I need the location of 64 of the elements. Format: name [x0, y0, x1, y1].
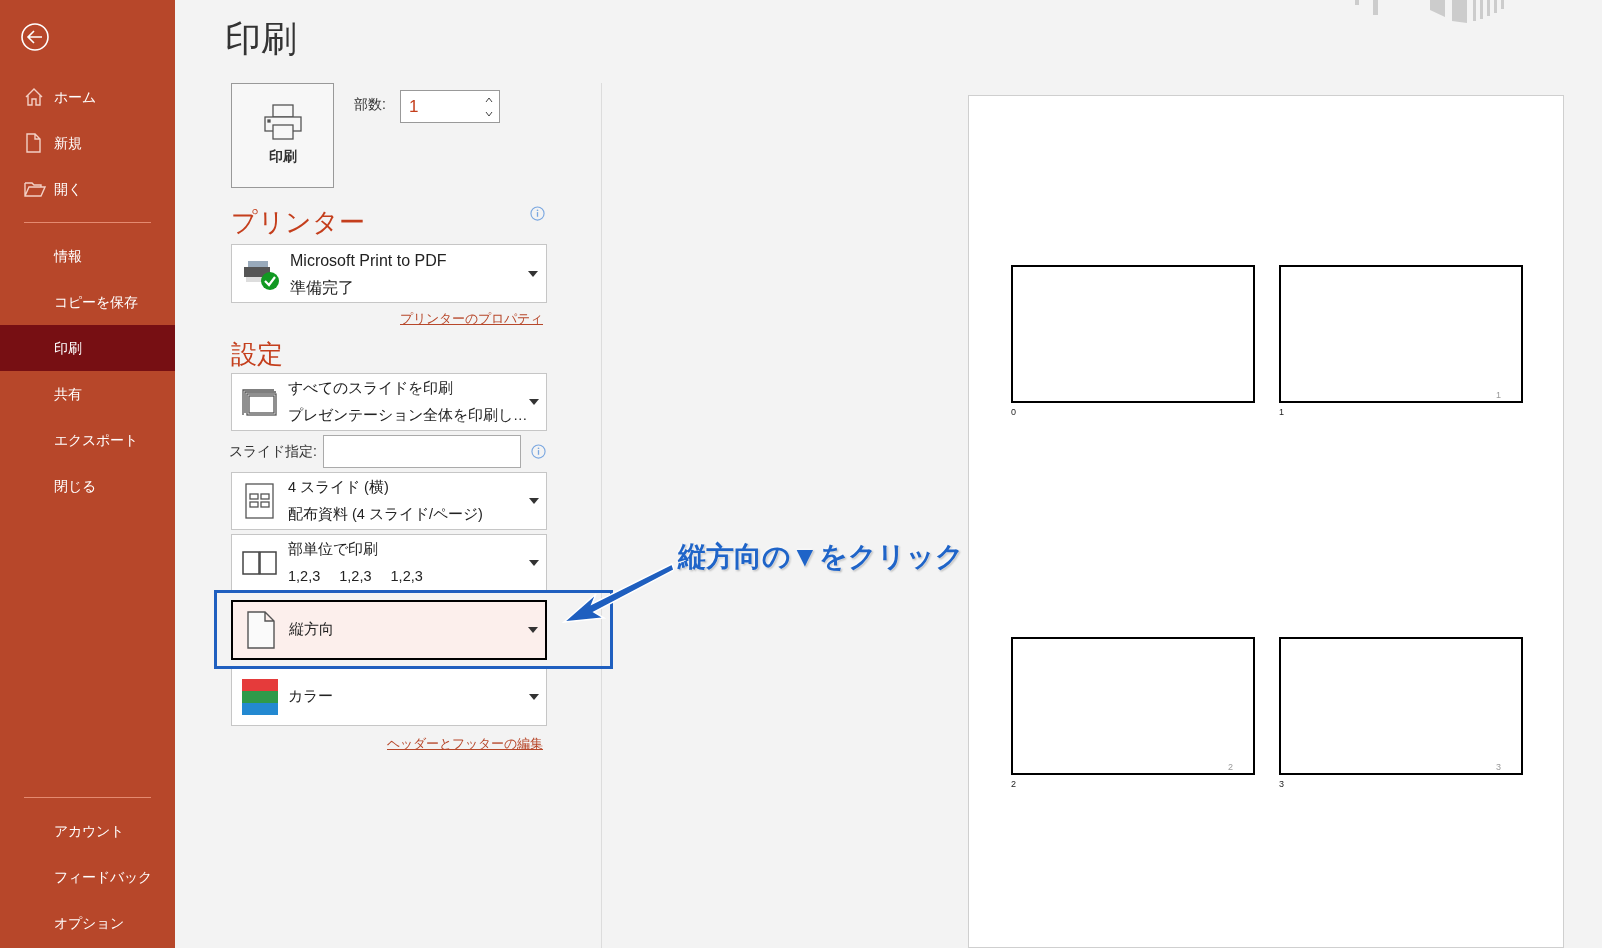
sidebar-item[interactable]: フィードバック: [0, 854, 175, 900]
copies-label: 部数:: [354, 95, 386, 114]
caret-icon: [528, 270, 538, 277]
sidebar-item[interactable]: 閉じる: [0, 463, 175, 509]
sidebar-item[interactable]: コピーを保存: [0, 279, 175, 325]
dropdown-text: 部単位で印刷: [288, 539, 379, 559]
slide-label: 1: [1279, 406, 1284, 419]
slides-icon: [242, 386, 278, 417]
printer-properties-link[interactable]: プリンターのプロパティ: [400, 309, 543, 329]
slide-label: 3: [1279, 777, 1284, 791]
slide-label: 0: [1011, 406, 1016, 419]
slide-number: 3: [1496, 760, 1501, 773]
dropdown[interactable]: すべてのスライドを印刷 プレゼンテーション全体を印刷し…: [231, 372, 547, 431]
slide-number: 1: [1496, 389, 1501, 401]
caret-icon: [529, 497, 539, 504]
sidebar-item[interactable]: エクスポート: [0, 417, 175, 463]
page-icon: [247, 610, 275, 649]
sidebar-item[interactable]: アカウント: [0, 808, 175, 854]
sidebar-item[interactable]: 情報: [0, 233, 175, 279]
slide-number: 2: [1228, 760, 1233, 773]
printer-status: 準備完了: [290, 277, 355, 298]
document-icon: [24, 133, 42, 153]
dropdown[interactable]: 部単位で印刷 1,2,3 1,2,3 1,2,3: [231, 533, 547, 592]
dropdown-text: 縦方向: [289, 620, 335, 639]
folder-icon: [24, 181, 46, 197]
printer-dropdown[interactable]: Microsoft Print to PDF 準備完了: [231, 244, 547, 303]
sidebar-item[interactable]: ホーム: [0, 74, 175, 120]
dropdown-subtext: 配布資料 (4 スライド/ページ): [288, 504, 484, 524]
printer-name: Microsoft Print to PDF: [290, 250, 448, 271]
section-heading: 設定: [231, 337, 284, 371]
dropdown-text: 4 スライド (横): [288, 477, 390, 497]
dropdown[interactable]: 4 スライド (横) 配布資料 (4 スライド/ページ): [231, 471, 547, 530]
grid-layout-icon: [245, 482, 275, 519]
slide-range-label: スライド指定:: [229, 441, 317, 461]
caret-icon: [529, 398, 539, 405]
info-icon[interactable]: [530, 443, 546, 459]
slide-label: 2: [1011, 777, 1016, 791]
dropdown[interactable]: カラー: [231, 667, 547, 726]
copies-spinner[interactable]: 1: [399, 90, 500, 123]
slide-range-field[interactable]: [322, 434, 521, 468]
sidebar-item[interactable]: 新規: [0, 120, 175, 166]
sidebar-item[interactable]: 共有: [0, 371, 175, 417]
header-footer-link[interactable]: ヘッダーとフッターの編集: [387, 733, 543, 753]
page-title: 印刷: [225, 17, 297, 61]
collate-icon: [242, 550, 278, 575]
home-icon: [24, 87, 44, 107]
sidebar-item[interactable]: 開く: [0, 166, 175, 212]
dropdown-subtext: 1,2,3 1,2,3 1,2,3: [288, 566, 424, 586]
dropdown[interactable]: 縦方向: [231, 599, 547, 660]
sidebar-item[interactable]: オプション: [0, 900, 175, 946]
info-icon[interactable]: [530, 206, 545, 221]
printer-icon: [263, 104, 302, 140]
caret-icon: [529, 693, 539, 700]
sidebar-item[interactable]: 印刷: [0, 325, 175, 371]
annotation-text: 縦方向の▼をクリック: [678, 540, 964, 574]
section-heading: プリンター: [231, 205, 365, 239]
caret-icon: [528, 626, 538, 633]
print-button[interactable]: 印刷: [231, 83, 334, 188]
color-icon: [242, 678, 278, 715]
spinner-arrows-icon[interactable]: [484, 95, 493, 118]
dropdown-text: すべてのスライドを印刷: [288, 378, 454, 398]
caret-icon: [529, 559, 539, 566]
back-icon[interactable]: [20, 22, 50, 52]
dropdown-text: カラー: [288, 687, 334, 706]
